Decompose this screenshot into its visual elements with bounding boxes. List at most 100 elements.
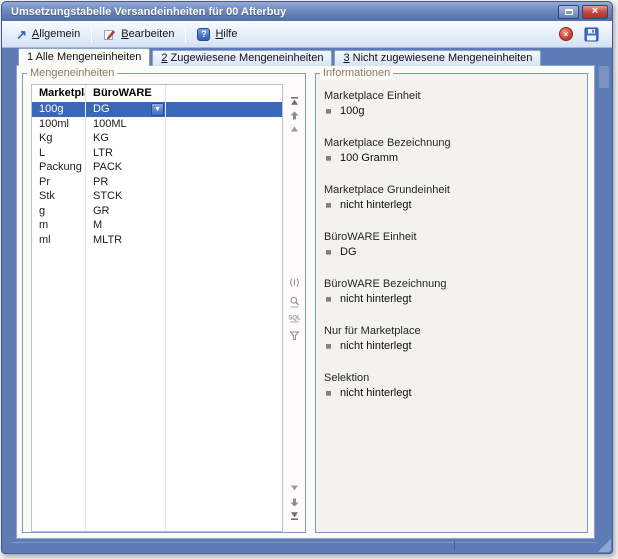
info-field: Marketplace Bezeichnung 100 Gramm bbox=[324, 137, 579, 165]
page-down-button[interactable] bbox=[288, 496, 301, 509]
info-field-label: BüroWARE Einheit bbox=[324, 231, 579, 244]
cell-marketplace[interactable]: ml bbox=[32, 233, 86, 248]
info-field: BüroWARE Einheit DG bbox=[324, 231, 579, 259]
table-nav-strip: SQL bbox=[285, 84, 305, 532]
cell-empty bbox=[166, 102, 282, 117]
column-header-marketplace[interactable]: Marketplace bbox=[32, 85, 86, 102]
tab[interactable]: 1 Alle Mengeneinheiten bbox=[18, 48, 150, 66]
bottom-border-line bbox=[12, 542, 596, 543]
bearbeiten-button[interactable]: Bearbeiten bbox=[96, 26, 181, 43]
app-window: Umsetzungstabelle Versandeinheiten für 0… bbox=[1, 1, 613, 554]
cell-buroware[interactable]: PACK ▼ bbox=[86, 160, 166, 175]
mengeneinheiten-group: Mengeneinheiten Marketplace BüroWARE 100… bbox=[22, 73, 306, 533]
bearbeiten-label: Bearbeiten bbox=[121, 28, 174, 40]
table-row[interactable]: L LTR ▼ bbox=[32, 146, 282, 161]
allgemein-button[interactable]: ↗ Allgemein bbox=[9, 26, 87, 43]
cell-buroware[interactable]: PR ▼ bbox=[86, 175, 166, 190]
cell-marketplace[interactable]: 100g bbox=[32, 102, 86, 117]
buroware-dropdown-button[interactable]: ▼ bbox=[151, 103, 164, 116]
info-field-label: BüroWARE Bezeichnung bbox=[324, 278, 579, 291]
cell-marketplace[interactable]: L bbox=[32, 146, 86, 161]
info-field-value-row: DG bbox=[324, 246, 579, 259]
info-field-value: 100 Gramm bbox=[340, 152, 398, 165]
table-row[interactable]: 100ml 100ML ▼ bbox=[32, 117, 282, 132]
info-field-label: Marketplace Grundeinheit bbox=[324, 184, 579, 197]
cell-empty bbox=[166, 233, 282, 248]
page-up-button[interactable] bbox=[288, 109, 301, 122]
search-button[interactable] bbox=[288, 295, 301, 308]
cell-buroware[interactable]: KG ▼ bbox=[86, 131, 166, 146]
next-row-button[interactable] bbox=[288, 482, 301, 495]
table-row[interactable]: g GR ▼ bbox=[32, 204, 282, 219]
table-row[interactable]: Kg KG ▼ bbox=[32, 131, 282, 146]
info-field: Nur für Marketplace nicht hinterlegt bbox=[324, 325, 579, 353]
cell-marketplace[interactable]: g bbox=[32, 204, 86, 219]
tab[interactable]: 3 Nicht zugewiesene Mengeneinheiten bbox=[334, 50, 541, 66]
bullet-icon bbox=[326, 156, 331, 161]
info-field-value-row: 100 Gramm bbox=[324, 152, 579, 165]
sql-button[interactable]: SQL bbox=[288, 312, 301, 325]
cell-marketplace[interactable]: Pr bbox=[32, 175, 86, 190]
svg-text:SQL: SQL bbox=[288, 316, 301, 322]
table-row[interactable]: Pr PR ▼ bbox=[32, 175, 282, 190]
allgemein-label: Allgemein bbox=[32, 28, 80, 40]
bullet-icon bbox=[326, 203, 331, 208]
cell-empty bbox=[166, 117, 282, 132]
bottom-border-notch bbox=[454, 541, 455, 550]
maximize-button[interactable] bbox=[558, 5, 579, 19]
last-row-button[interactable] bbox=[288, 509, 301, 522]
search-icon bbox=[289, 296, 300, 308]
column-header-buroware[interactable]: BüroWARE bbox=[86, 85, 166, 102]
cell-marketplace[interactable]: m bbox=[32, 218, 86, 233]
cell-marketplace[interactable]: 100ml bbox=[32, 117, 86, 132]
columns-icon bbox=[289, 277, 300, 288]
arrow-up-right-icon: ↗ bbox=[16, 28, 27, 41]
tab[interactable]: 2 Zugewiesene Mengeneinheiten bbox=[152, 50, 332, 66]
bullet-icon bbox=[326, 391, 331, 396]
first-row-icon bbox=[289, 96, 300, 107]
cell-buroware[interactable]: STCK ▼ bbox=[86, 189, 166, 204]
cell-marketplace[interactable]: Packung bbox=[32, 160, 86, 175]
content-panel: Mengeneinheiten Marketplace BüroWARE 100… bbox=[16, 65, 595, 539]
close-button[interactable]: × bbox=[582, 5, 608, 19]
table-row[interactable]: m M ▼ bbox=[32, 218, 282, 233]
save-button[interactable] bbox=[584, 27, 599, 42]
table-row[interactable]: ml MLTR ▼ bbox=[32, 233, 282, 248]
filter-icon bbox=[289, 330, 300, 341]
cell-buroware[interactable]: LTR ▼ bbox=[86, 146, 166, 161]
save-icon bbox=[584, 27, 599, 42]
prev-row-button[interactable] bbox=[288, 122, 301, 135]
table-row[interactable]: 100g DG ▼ bbox=[32, 102, 282, 117]
resize-grip[interactable] bbox=[597, 538, 611, 552]
bullet-icon bbox=[326, 250, 331, 255]
tab-label: 2 Zugewiesene Mengeneinheiten bbox=[161, 52, 323, 64]
cell-buroware[interactable]: DG ▼ bbox=[86, 102, 166, 117]
cell-buroware[interactable]: MLTR ▼ bbox=[86, 233, 166, 248]
toolbar-separator bbox=[91, 26, 92, 43]
bullet-icon bbox=[326, 344, 331, 349]
info-field-value-row: nicht hinterlegt bbox=[324, 387, 579, 400]
cell-marketplace[interactable]: Stk bbox=[32, 189, 86, 204]
filter-button[interactable] bbox=[288, 329, 301, 342]
page-up-icon bbox=[289, 110, 300, 121]
abort-button[interactable]: × bbox=[559, 27, 573, 41]
maximize-icon bbox=[565, 9, 573, 15]
info-field-label: Selektion bbox=[324, 372, 579, 385]
column-header-empty bbox=[166, 85, 282, 102]
first-row-button[interactable] bbox=[288, 95, 301, 108]
info-field: Marketplace Grundeinheit nicht hinterleg… bbox=[324, 184, 579, 212]
hilfe-button[interactable]: ? Hilfe bbox=[190, 26, 244, 43]
table-row[interactable]: Stk STCK ▼ bbox=[32, 189, 282, 204]
cell-marketplace[interactable]: Kg bbox=[32, 131, 86, 146]
info-fields: Marketplace Einheit 100g Marketplace Bez… bbox=[316, 74, 587, 532]
titlebar[interactable]: Umsetzungstabelle Versandeinheiten für 0… bbox=[2, 2, 612, 21]
columns-button[interactable] bbox=[288, 276, 301, 289]
table-header-row: Marketplace BüroWARE bbox=[32, 85, 282, 102]
cell-buroware[interactable]: M ▼ bbox=[86, 218, 166, 233]
cell-buroware[interactable]: GR ▼ bbox=[86, 204, 166, 219]
cell-empty bbox=[166, 131, 282, 146]
table-row[interactable]: Packung PACK ▼ bbox=[32, 160, 282, 175]
tab-label: 1 Alle Mengeneinheiten bbox=[27, 51, 141, 63]
cell-buroware[interactable]: 100ML ▼ bbox=[86, 117, 166, 132]
info-field-value-row: 100g bbox=[324, 105, 579, 118]
